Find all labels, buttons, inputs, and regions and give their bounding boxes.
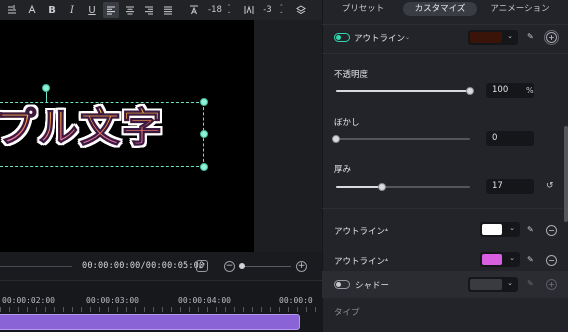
- shadow-color-swatch: [470, 279, 502, 290]
- zoom-slider-track[interactable]: [241, 266, 291, 267]
- timecode-display: 00:00:00:00/00:00:05:00: [82, 261, 205, 271]
- ruler-label: 00:00:04:00: [178, 296, 231, 305]
- chevron-down-icon: ⌄: [507, 279, 513, 287]
- rotate-handle[interactable]: [42, 84, 50, 92]
- shadow-label: シャドー: [355, 281, 390, 291]
- panel-divider: [322, 24, 568, 25]
- chevron-down-icon: ⌄: [507, 32, 513, 40]
- text-toolbar: B I U -18 ⌃ ⌄ -3 ⌃ ⌄: [0, 0, 322, 20]
- ruler-label: 00:00:0: [279, 296, 313, 305]
- thickness-label: 厚み: [334, 165, 352, 175]
- eyedropper-icon[interactable]: ✎: [527, 255, 534, 264]
- ruler-ticks: [0, 307, 322, 312]
- thickness-slider-knob[interactable]: [377, 183, 386, 191]
- zoom-slider-knob[interactable]: [239, 263, 245, 269]
- chevron-down-icon: ⌄: [509, 224, 515, 232]
- panel-tabs: プリセット カスタマイズ アニメーション: [323, 0, 568, 18]
- align-center-icon[interactable]: [122, 2, 138, 18]
- add-shadow-icon: +: [546, 279, 557, 290]
- letter-spacing-icon: [241, 2, 257, 18]
- section-divider: [322, 208, 562, 209]
- outline-1-color-swatch: [482, 224, 502, 235]
- underline-icon[interactable]: U: [84, 2, 100, 18]
- thickness-input[interactable]: 17: [486, 179, 534, 194]
- outline-2-color-picker[interactable]: ⌄: [480, 252, 520, 267]
- timeline-clip[interactable]: [0, 314, 300, 330]
- caret-up-icon[interactable]: ▴: [385, 256, 388, 263]
- italic-icon[interactable]: I: [64, 2, 80, 18]
- remove-outline-icon[interactable]: −: [546, 255, 557, 266]
- thickness-slider-fill: [336, 186, 382, 188]
- spacing-stepper[interactable]: ⌃ ⌄: [279, 2, 283, 18]
- chevron-down-icon: ⌄: [509, 254, 515, 262]
- editor-area: B I U -18 ⌃ ⌄ -3 ⌃ ⌄ プル文字 00:00:00:00/00…: [0, 0, 322, 332]
- thickness-slider[interactable]: [336, 186, 470, 188]
- playback-scrubber[interactable]: [0, 266, 72, 267]
- section-divider: [322, 53, 568, 54]
- blur-slider[interactable]: [336, 138, 470, 140]
- align-left-icon[interactable]: [103, 2, 119, 18]
- tab-preset[interactable]: プリセット: [323, 2, 403, 16]
- text-color-icon[interactable]: [24, 2, 40, 18]
- shadow-color-picker[interactable]: ⌄: [468, 277, 518, 292]
- type-label: タイプ: [334, 308, 360, 318]
- fullscreen-icon[interactable]: ⤢: [196, 260, 208, 272]
- font-size-icon: [186, 2, 202, 18]
- zoom-in-icon[interactable]: +: [296, 261, 307, 272]
- outline-1-color-picker[interactable]: ⌄: [480, 222, 520, 237]
- font-size-stepper[interactable]: ⌃ ⌄: [227, 2, 231, 18]
- outline-toggle[interactable]: [334, 33, 350, 42]
- resize-handle-bottom-right[interactable]: [200, 163, 208, 171]
- selection-box[interactable]: [0, 102, 204, 167]
- eyedropper-icon: ✎: [527, 279, 534, 288]
- caret-up-icon[interactable]: ▴: [385, 226, 388, 233]
- blur-label: ぼかし: [334, 118, 360, 128]
- blur-slider-knob[interactable]: [332, 135, 340, 143]
- outline-2-label: アウトライン: [334, 257, 386, 267]
- preview-gutter: [254, 20, 322, 252]
- outline-1-label: アウトライン: [334, 227, 386, 237]
- remove-outline-icon[interactable]: −: [546, 225, 557, 236]
- opacity-slider-fill: [336, 90, 470, 92]
- tab-customize[interactable]: カスタマイズ: [403, 2, 477, 16]
- eyedropper-icon[interactable]: ✎: [527, 225, 534, 234]
- resize-handle-top-right[interactable]: [200, 98, 208, 106]
- text-format-icon[interactable]: [4, 2, 20, 18]
- app-root: B I U -18 ⌃ ⌄ -3 ⌃ ⌄ プル文字 00:00:00:00/00…: [0, 0, 568, 332]
- preview-canvas[interactable]: プル文字: [0, 20, 254, 252]
- spacing-value[interactable]: -3: [263, 5, 275, 15]
- opacity-slider[interactable]: [336, 90, 470, 92]
- zoom-out-icon[interactable]: −: [224, 261, 235, 272]
- justify-icon[interactable]: [160, 2, 176, 18]
- outline-header-label: アウトライン: [354, 34, 406, 44]
- tab-animation[interactable]: アニメーション: [477, 2, 563, 16]
- outline-header-color-picker[interactable]: ⌄: [468, 30, 518, 45]
- outline-header-color-swatch: [470, 32, 502, 43]
- opacity-unit: %: [526, 86, 534, 95]
- resize-handle-right[interactable]: [200, 130, 208, 138]
- outline-2-color-swatch: [482, 254, 502, 265]
- eyedropper-icon[interactable]: ✎: [527, 32, 534, 41]
- add-outline-icon[interactable]: +: [544, 30, 559, 45]
- bold-icon[interactable]: B: [44, 2, 60, 18]
- ruler-label: 00:00:03:00: [86, 296, 139, 305]
- align-right-icon[interactable]: [141, 2, 157, 18]
- collapse-caret-icon[interactable]: ⌄: [405, 34, 410, 41]
- blur-input[interactable]: 0: [486, 131, 534, 146]
- opacity-slider-knob[interactable]: [466, 87, 474, 95]
- reset-icon[interactable]: ↺: [546, 181, 554, 191]
- layers-icon[interactable]: [293, 2, 309, 18]
- ruler-label: 00:00:02:00: [2, 296, 55, 305]
- font-size-value[interactable]: -18: [208, 5, 224, 15]
- panel-scrollbar[interactable]: [564, 126, 568, 222]
- opacity-label: 不透明度: [334, 70, 369, 80]
- shadow-toggle[interactable]: [334, 280, 350, 289]
